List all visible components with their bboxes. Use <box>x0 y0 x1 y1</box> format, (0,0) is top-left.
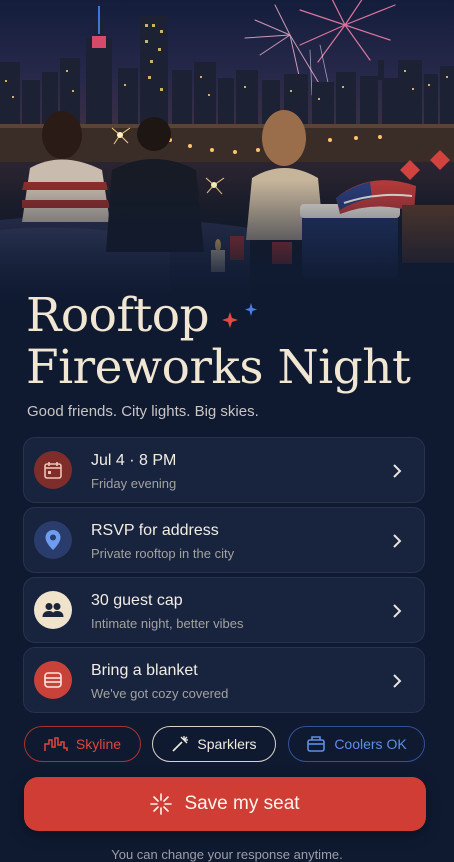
detail-subtitle: Private rooftop in the city <box>91 546 235 561</box>
calendar-icon <box>34 451 72 489</box>
chip-label: Sparklers <box>197 736 257 752</box>
chevron-right-icon <box>393 604 402 618</box>
detail-title: Jul 4 · 8 PM <box>91 452 177 469</box>
event-title-line-1: Rooftop <box>26 288 210 343</box>
detail-title: 30 guest cap <box>91 592 183 609</box>
people-icon <box>34 591 72 629</box>
firework-icon <box>150 793 173 815</box>
detail-title: Bring a blanket <box>91 662 198 679</box>
detail-card-location[interactable]: RSVP for address Private rooftop in the … <box>23 507 425 573</box>
chip-label: Coolers OK <box>334 736 407 752</box>
event-title-line-2: Fireworks Night <box>26 340 411 395</box>
chevron-right-icon <box>393 464 402 478</box>
detail-subtitle: We've got cozy covered <box>91 686 229 701</box>
hero-image <box>0 0 454 300</box>
sparkler-icon <box>172 736 189 752</box>
location-pin-icon <box>34 521 72 559</box>
chip-coolers[interactable]: Coolers OK <box>288 726 425 762</box>
event-tagline: Good friends. City lights. Big skies. <box>27 403 259 420</box>
detail-subtitle: Intimate night, better vibes <box>91 616 244 631</box>
detail-card-date[interactable]: Jul 4 · 8 PM Friday evening <box>23 437 425 503</box>
skyline-icon <box>44 737 68 751</box>
save-seat-button[interactable]: Save my seat <box>24 777 426 831</box>
chevron-right-icon <box>393 534 402 548</box>
chevron-right-icon <box>393 674 402 688</box>
detail-card-guests[interactable]: 30 guest cap Intimate night, better vibe… <box>23 577 425 643</box>
hero-fade <box>0 180 454 300</box>
blanket-icon <box>34 661 72 699</box>
footnote: You can change your response anytime. <box>111 847 343 862</box>
save-seat-label: Save my seat <box>184 793 300 814</box>
detail-card-blanket[interactable]: Bring a blanket We've got cozy covered <box>23 647 425 713</box>
sparkle-stars-icon <box>222 303 257 328</box>
cooler-icon <box>307 736 326 752</box>
detail-title: RSVP for address <box>91 522 219 539</box>
chip-skyline[interactable]: Skyline <box>24 726 141 762</box>
chip-sparklers[interactable]: Sparklers <box>152 726 276 762</box>
detail-subtitle: Friday evening <box>91 476 177 491</box>
chip-label: Skyline <box>75 736 122 752</box>
event-title: Rooftop Fireworks Night <box>26 288 411 395</box>
